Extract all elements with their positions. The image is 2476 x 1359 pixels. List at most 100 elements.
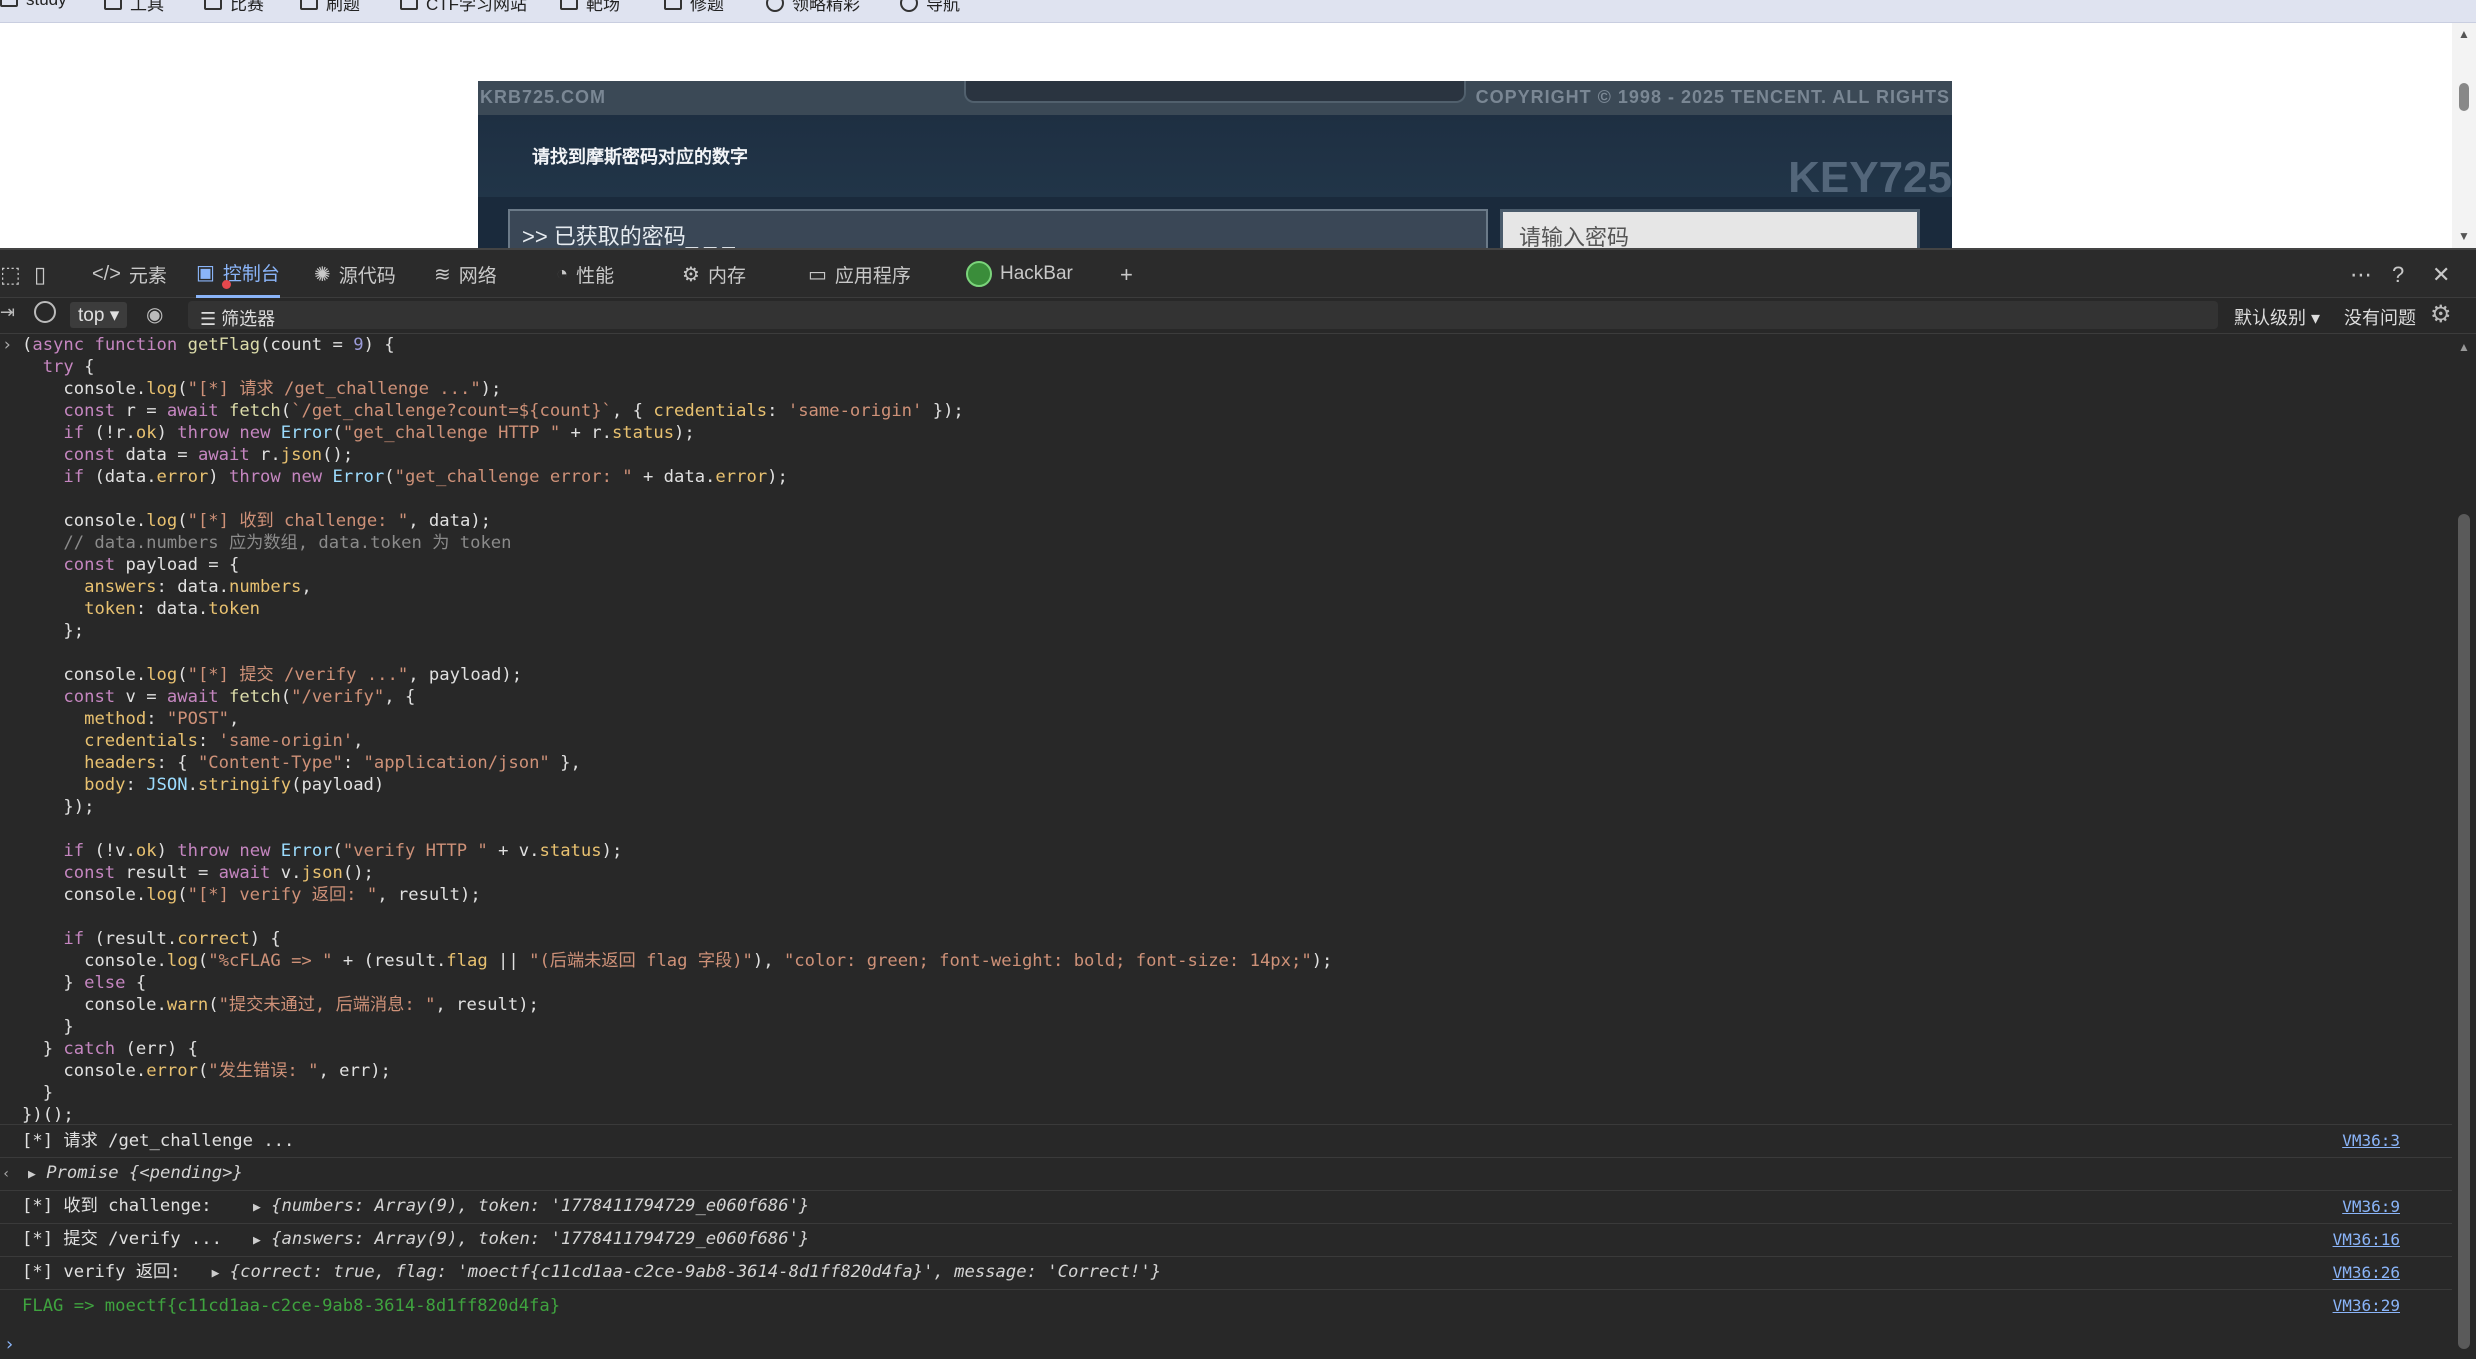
inspect-icon[interactable]: ⬚ <box>0 262 21 288</box>
code-line: const result = await v.json(); <box>63 863 374 883</box>
folder-icon <box>204 0 222 10</box>
source-link[interactable]: VM36:9 <box>2342 1196 2400 1218</box>
console-scrollbar[interactable]: ▲ <box>2452 334 2476 1359</box>
game-prompt: 请找到摩斯密码对应的数字 <box>532 147 748 167</box>
scroll-down-icon[interactable]: ▼ <box>2458 229 2470 243</box>
code-line: } <box>22 1083 54 1103</box>
log-row: [*] verify 返回: ▶ {correct: true, flag: '… <box>0 1256 2452 1289</box>
page-scrollbar[interactable]: ▲ ▼ <box>2452 23 2476 248</box>
source-link[interactable]: VM36:16 <box>2333 1229 2400 1251</box>
game-panel: KRB725.COM COPYRIGHT © 1998 - 2025 TENCE… <box>478 81 1952 248</box>
code-line: token: data.token <box>84 599 261 619</box>
password-display: >> 已获取的密码_ _ _ <box>508 209 1488 248</box>
code-line: try { <box>42 357 95 377</box>
filter-input[interactable]: ☰ 筛选器 <box>188 301 2218 329</box>
globe-icon <box>900 0 918 12</box>
tab-elements[interactable]: </> 元素 <box>92 250 167 298</box>
challenge-object[interactable]: {numbers: Array(9), token: '177841179472… <box>271 1196 809 1216</box>
bookmark-contests[interactable]: 比赛 <box>204 0 264 15</box>
password-input[interactable]: 请输入密码_ _ _ <box>1500 209 1920 248</box>
source-link[interactable]: VM36:26 <box>2333 1262 2400 1284</box>
code-line: })(); <box>22 1105 74 1125</box>
folder-icon <box>664 0 682 10</box>
code-line: }); <box>22 797 95 817</box>
console-scroll-thumb[interactable] <box>2458 514 2470 1349</box>
hackbar-icon <box>966 261 992 287</box>
tab-application[interactable]: ▭ 应用程序 <box>808 250 911 298</box>
expand-triangle-icon[interactable]: ▶ <box>212 1266 220 1281</box>
bookmark-practice[interactable]: 刷题 <box>300 0 360 15</box>
code-line: } catch (err) { <box>22 1039 198 1059</box>
folder-icon <box>104 0 122 10</box>
context-selector[interactable]: top ▾ <box>70 302 128 328</box>
expand-triangle-icon[interactable]: ▶ <box>253 1200 261 1215</box>
bookmarks-bar: study 工具 比赛 刷题 CTF学习网站 靶场 修题 领略精彩 导航 <box>0 0 2476 23</box>
issues-counter[interactable]: 没有问题 <box>2344 304 2416 330</box>
game-notch <box>964 81 1466 103</box>
console-toolbar: ⇥ top ▾ ◉ ☰ 筛选器 默认级别 ▾ 没有问题 ⚙ <box>0 298 2476 334</box>
bookmark-ctf-sites[interactable]: CTF学习网站 <box>400 0 527 15</box>
add-tab-icon[interactable]: + <box>1120 262 1133 288</box>
bookmark-nav[interactable]: 导航 <box>900 0 960 15</box>
scroll-up-icon[interactable]: ▲ <box>2458 27 2470 41</box>
bookmark-range[interactable]: 靶场 <box>560 0 620 15</box>
console-output: (async function getFlag(count = 9) { try… <box>0 334 2452 1359</box>
performance-icon: ◔ <box>556 262 569 285</box>
bookmark-study[interactable]: study <box>0 0 67 10</box>
bookmark-highlights[interactable]: 领略精彩 <box>766 0 860 15</box>
bookmark-fix[interactable]: 修题 <box>664 0 724 15</box>
flag-output: FLAG => moectf{c11cd1aa-c2ce-9ab8-3614-8… <box>22 1296 561 1316</box>
tab-console[interactable]: ▣ 控制台 <box>196 250 280 298</box>
tab-network[interactable]: ≋ 网络 <box>434 250 497 298</box>
code-line: console.error("发生错误: ", err); <box>22 1061 391 1081</box>
close-icon[interactable]: ✕ <box>2432 262 2450 288</box>
tab-hackbar[interactable]: HackBar <box>966 250 1073 298</box>
memory-icon: ⚙ <box>682 263 700 286</box>
bookmark-tools[interactable]: 工具 <box>104 0 164 15</box>
globe-icon <box>766 0 784 12</box>
code-line: const data = await r.json(); <box>63 445 354 465</box>
sidebar-toggle-icon[interactable]: ⇥ <box>0 302 15 323</box>
log-row: [*] 请求 /get_challenge ... VM36:3 <box>0 1124 2452 1157</box>
application-icon: ▭ <box>808 263 827 286</box>
game-copyright: COPYRIGHT © 1998 - 2025 TENCENT. ALL RIG… <box>1475 87 1950 107</box>
clear-console-icon[interactable] <box>34 301 56 323</box>
promise-object[interactable]: Promise {<pending>} <box>46 1163 243 1183</box>
result-object[interactable]: {correct: true, flag: 'moectf{c11cd1aa-c… <box>230 1262 1161 1282</box>
code-line: console.log("%cFLAG => " + (result.flag … <box>22 951 1333 971</box>
page-scroll-thumb[interactable] <box>2459 83 2469 111</box>
tab-performance[interactable]: ◔ 性能 <box>556 250 614 298</box>
folder-icon <box>300 0 318 10</box>
tab-memory[interactable]: ⚙ 内存 <box>682 250 746 298</box>
source-link[interactable]: VM36:29 <box>2333 1295 2400 1317</box>
code-line: answers: data.numbers, <box>84 577 312 597</box>
tab-sources[interactable]: ✺ 源代码 <box>314 250 396 298</box>
code-line: console.log("[*] 提交 /verify ...", payloa… <box>22 665 523 685</box>
log-row: [*] 收到 challenge: ▶ {numbers: Array(9), … <box>0 1190 2452 1223</box>
code-line: if (!v.ok) throw new Error("verify HTTP … <box>63 841 623 861</box>
return-arrow-icon: ‹ <box>2 1166 11 1182</box>
live-expression-icon[interactable]: ◉ <box>146 302 163 327</box>
code-line: if (!r.ok) throw new Error("get_challeng… <box>63 423 695 443</box>
code-line: console.log("[*] 收到 challenge: ", data); <box>22 511 492 531</box>
scroll-up-icon[interactable]: ▲ <box>2458 340 2470 354</box>
gear-icon[interactable]: ⚙ <box>2430 300 2452 329</box>
code-input-block: (async function getFlag(count = 9) { try… <box>2 334 1333 1126</box>
code-line: const payload = { <box>63 555 240 575</box>
help-icon[interactable]: ? <box>2392 262 2404 288</box>
console-prompt-caret[interactable]: › <box>4 1334 15 1356</box>
log-row: [*] 提交 /verify ... ▶ {answers: Array(9),… <box>0 1223 2452 1256</box>
input-prompt-icon: › <box>2 335 13 355</box>
device-toggle-icon[interactable]: ▯ <box>34 262 46 288</box>
source-link[interactable]: VM36:3 <box>2342 1130 2400 1152</box>
more-icon[interactable]: ⋯ <box>2350 262 2372 288</box>
folder-icon <box>0 0 18 7</box>
code-line: console.warn("提交未通过, 后端消息: ", result); <box>22 995 539 1015</box>
log-levels-dropdown[interactable]: 默认级别 ▾ <box>2234 304 2320 330</box>
expand-triangle-icon[interactable]: ▶ <box>28 1167 36 1182</box>
code-line: if (result.correct) { <box>63 929 281 949</box>
payload-object[interactable]: {answers: Array(9), token: '177841179472… <box>271 1229 809 1249</box>
expand-triangle-icon[interactable]: ▶ <box>253 1233 261 1248</box>
